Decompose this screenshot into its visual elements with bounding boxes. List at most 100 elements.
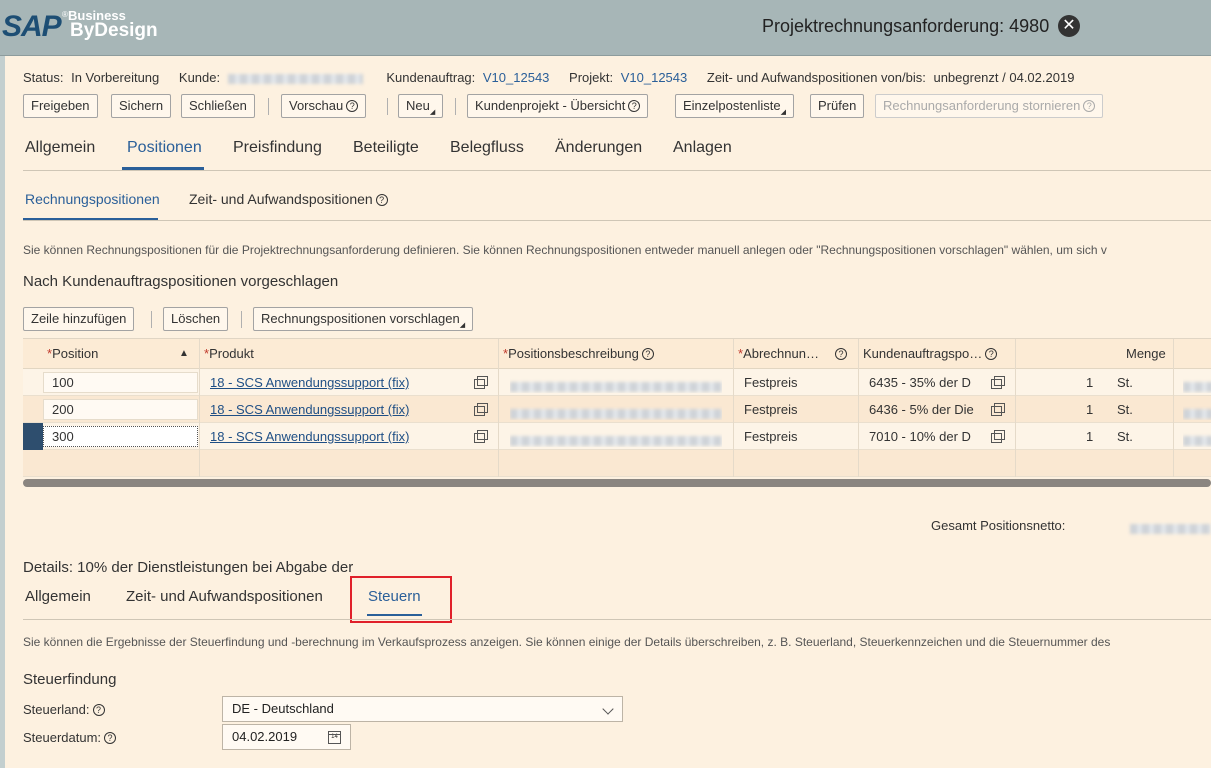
tab-zeit-aufwandspositionen[interactable]: Zeit- und Aufwandspositionen? [189, 191, 388, 207]
neu-button[interactable]: Neu◢ [398, 94, 444, 118]
tab-details-zeit-aufwand[interactable]: Zeit- und Aufwandspositionen [126, 588, 323, 605]
help-icon: ? [628, 100, 641, 112]
sort-asc-icon[interactable]: ▲ [179, 348, 189, 359]
open-detail-icon[interactable] [991, 430, 1005, 443]
tax-info-text: Sie können die Ergebnisse der Steuerfind… [23, 635, 1111, 649]
tab-beteiligte[interactable]: Beteiligte [353, 139, 419, 157]
close-icon[interactable]: ✕ [1058, 15, 1080, 37]
produkt-link[interactable]: 18 - SCS Anwendungssupport (fix) [210, 375, 409, 390]
position-input[interactable]: 100 [43, 372, 198, 393]
section-steuerfindung: Steuerfindung [23, 671, 117, 688]
einheit-value: St. [1117, 375, 1133, 390]
help-icon: ? [835, 346, 847, 361]
section-title: Nach Kundenauftragspositionen vorgeschla… [23, 273, 339, 290]
abrechnung-value: Festpreis [744, 375, 798, 390]
price-redacted [1183, 432, 1211, 447]
produkt-link[interactable]: 18 - SCS Anwendungssupport (fix) [210, 402, 409, 417]
table-row[interactable]: 100 18 - SCS Anwendungssupport (fix) Fes… [23, 369, 1211, 396]
steuerdatum-input[interactable]: 04.02.2019 14 [222, 724, 351, 750]
main-tabs: Allgemein Positionen Preisfindung Beteil… [0, 130, 1211, 170]
kundenauftrag-label: Kundenauftrag: [386, 70, 476, 85]
table-row[interactable]: 200 18 - SCS Anwendungssupport (fix) Fes… [23, 396, 1211, 423]
help-icon: ? [985, 348, 998, 360]
col-header-kundenauftragspos[interactable]: Kundenauftragspo…? [863, 346, 998, 361]
col-header-beschreibung[interactable]: *Positionsbeschreibung? [503, 346, 654, 361]
projekt-link[interactable]: V10_12543 [621, 70, 688, 85]
positions-table: *Position ▲ *Produkt *Positionsbeschreib… [23, 338, 1211, 488]
dropdown-corner-icon: ◢ [459, 322, 466, 329]
tab-aenderungen[interactable]: Änderungen [555, 139, 642, 157]
row-selector[interactable] [23, 423, 43, 450]
divider [23, 170, 1211, 171]
delete-button[interactable]: Löschen [163, 307, 229, 331]
toolbar-separator [268, 98, 269, 115]
abrechnung-value: Festpreis [744, 429, 798, 444]
window-title: Projektrechnungsanforderung: 4980 [762, 16, 1050, 36]
tab-rechnungspositionen[interactable]: Rechnungspositionen [25, 191, 160, 207]
schliessen-button[interactable]: Schließen [181, 94, 255, 118]
beschreibung-redacted [510, 432, 722, 447]
zeit-value: unbegrenzt / 04.02.2019 [933, 70, 1075, 85]
open-detail-icon[interactable] [991, 403, 1005, 416]
tab-preisfindung[interactable]: Preisfindung [233, 139, 322, 157]
vorschau-button[interactable]: Vorschau? [281, 94, 367, 118]
beschreibung-redacted [510, 378, 722, 393]
steuerdatum-label: Steuerdatum:? [23, 730, 117, 745]
open-detail-icon[interactable] [474, 430, 488, 443]
horizontal-scrollbar[interactable] [23, 479, 1211, 487]
position-input[interactable]: 200 [43, 399, 198, 420]
zeit-label: Zeit- und Aufwandspositionen von/bis: [706, 70, 926, 85]
pruefen-button[interactable]: Prüfen [810, 94, 865, 118]
menge-value: 1 [1086, 375, 1094, 390]
col-header-menge[interactable]: Menge [1126, 346, 1166, 361]
tab-allgemein[interactable]: Allgemein [25, 139, 95, 157]
col-header-abrechnung[interactable]: *Abrechnun… [738, 346, 819, 361]
tab-details-allgemein[interactable]: Allgemein [25, 588, 91, 605]
col-header-position[interactable]: *Position [47, 346, 98, 361]
table-row-selected[interactable]: 300 18 - SCS Anwendungssupport (fix) Fes… [23, 423, 1211, 450]
kundenprojekt-button[interactable]: Kundenprojekt - Übersicht? [467, 94, 649, 118]
tab-positionen[interactable]: Positionen [127, 139, 202, 157]
col-header-produkt[interactable]: *Produkt [204, 346, 254, 361]
open-detail-icon[interactable] [474, 403, 488, 416]
abrechnung-value: Festpreis [744, 402, 798, 417]
open-detail-icon[interactable] [474, 376, 488, 389]
open-detail-icon[interactable] [991, 376, 1005, 389]
help-icon: ? [1083, 100, 1096, 112]
menge-value: 1 [1086, 402, 1094, 417]
add-row-button[interactable]: Zeile hinzufügen [23, 307, 135, 331]
einheit-value: St. [1117, 402, 1133, 417]
kundenauftrag-link[interactable]: V10_12543 [483, 70, 550, 85]
gesamt-value-redacted [1130, 520, 1211, 535]
tab-belegfluss[interactable]: Belegfluss [450, 139, 524, 157]
chevron-down-icon [602, 703, 614, 715]
highlight-box [350, 576, 452, 623]
stornieren-button[interactable]: Rechnungsanforderung stornieren? [875, 94, 1104, 118]
kundenauftragspos-value: 6435 - 35% der D [869, 375, 971, 390]
divider [23, 619, 1211, 620]
price-redacted [1183, 405, 1211, 420]
einzelposten-button[interactable]: Einzelpostenliste◢ [675, 94, 794, 118]
dropdown-corner-icon: ◢ [429, 109, 436, 116]
steuerland-select[interactable]: DE - Deutschland [222, 696, 623, 722]
empty-row[interactable] [23, 450, 1211, 477]
shell-header: SAP ® Business ByDesign Projektrechnungs… [0, 0, 1211, 56]
help-icon: ? [104, 732, 117, 744]
dropdown-corner-icon: ◢ [780, 109, 786, 116]
logo-bydesign-text: ByDesign [70, 20, 158, 41]
steuerland-label: Steuerland:? [23, 702, 105, 717]
help-icon: ? [92, 704, 105, 716]
freigeben-button[interactable]: Freigeben [23, 94, 98, 118]
beschreibung-redacted [510, 405, 722, 420]
calendar-icon[interactable]: 14 [328, 731, 341, 744]
produkt-link[interactable]: 18 - SCS Anwendungssupport (fix) [210, 429, 409, 444]
status-label: Status: [23, 70, 64, 85]
sichern-button[interactable]: Sichern [111, 94, 172, 118]
status-row: Status: In Vorbereitung Kunde: Kundenauf… [23, 70, 1090, 85]
position-input[interactable]: 300 [43, 426, 198, 447]
tab-anlagen[interactable]: Anlagen [673, 139, 732, 157]
suggest-positions-button[interactable]: Rechnungspositionen vorschlagen◢ [253, 307, 474, 331]
kunde-label: Kunde: [178, 70, 221, 85]
status-value: In Vorbereitung [71, 70, 160, 85]
help-icon: ? [641, 348, 654, 360]
